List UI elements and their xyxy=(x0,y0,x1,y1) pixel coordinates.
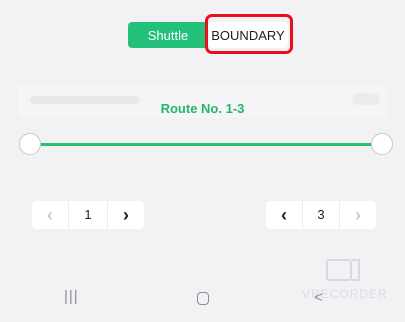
slider-start-handle[interactable] xyxy=(19,133,41,155)
start-increment-button[interactable]: › xyxy=(108,201,144,229)
home-button[interactable] xyxy=(197,292,209,305)
recents-button[interactable]: ||| xyxy=(64,288,79,305)
end-increment-button[interactable]: › xyxy=(340,201,376,229)
back-button[interactable]: < xyxy=(314,289,323,306)
start-decrement-button[interactable]: ‹ xyxy=(32,201,68,229)
screen: Shuttle BOUNDARY Route No. 1-3 ‹ 1 › ‹ 3… xyxy=(0,0,405,322)
end-value: 3 xyxy=(302,201,340,229)
end-decrement-button[interactable]: ‹ xyxy=(266,201,302,229)
route-range-slider[interactable] xyxy=(30,143,382,146)
boundary-highlight-box xyxy=(205,14,293,54)
recorder-watermark-bracket xyxy=(352,259,360,281)
end-stepper: ‹ 3 › xyxy=(266,201,376,229)
recorder-watermark-icon xyxy=(326,259,352,281)
route-title: Route No. 1-3 xyxy=(160,101,245,116)
start-stepper: ‹ 1 › xyxy=(32,201,144,229)
start-value: 1 xyxy=(68,201,108,229)
slider-end-handle[interactable] xyxy=(371,133,393,155)
shuttle-tab[interactable]: Shuttle xyxy=(128,22,208,48)
